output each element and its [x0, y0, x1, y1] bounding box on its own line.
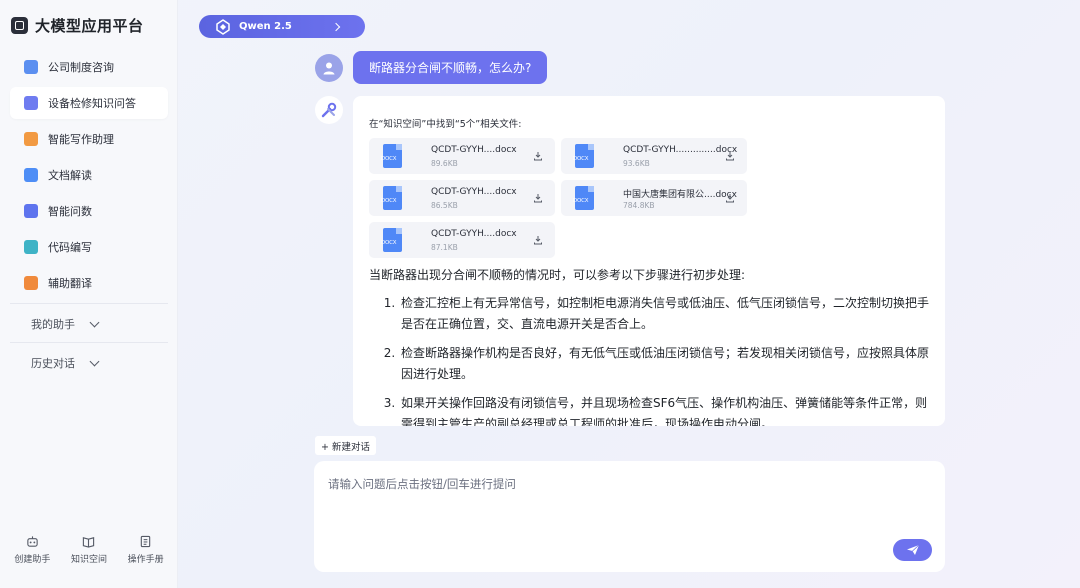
- chevron-down-icon: [89, 356, 100, 366]
- divider: [10, 303, 168, 304]
- sidebar-item-label: 智能写作助理: [48, 133, 114, 146]
- bottom-btn-label: 创建助手: [14, 555, 51, 565]
- docx-file-icon: DOCX: [381, 144, 402, 168]
- create-assistant-button[interactable]: 创建助手: [14, 535, 50, 565]
- docx-file-icon: DOCX: [381, 228, 402, 252]
- sidebar-item-label: 代码编写: [48, 241, 92, 254]
- answer-step: 检查汇控柜上有无异常信号，如控制柜电源消失信号或低油压、低气压闭锁信号，二次控制…: [399, 293, 929, 335]
- docx-file-icon: DOCX: [381, 186, 402, 210]
- policy-icon: [24, 60, 38, 74]
- code-icon: [24, 240, 38, 254]
- sidebar-item-policy[interactable]: 公司制度咨询: [10, 51, 168, 83]
- docx-file-icon: DOCX: [573, 186, 594, 210]
- tools-icon: [321, 102, 337, 118]
- document-icon: [24, 168, 38, 182]
- writing-icon: [24, 132, 38, 146]
- file-name: QCDT-GYYH....docx: [431, 229, 517, 239]
- sidebar-item-translation[interactable]: 辅助翻译: [10, 267, 168, 299]
- file-name: QCDT-GYYH....docx: [431, 145, 517, 155]
- user-avatar: [315, 53, 343, 82]
- assistant-answer: 在“知识空间”中找到“5个”相关文件: DOCX QCDT-GYYH....do…: [353, 96, 945, 426]
- user-icon: [323, 62, 335, 74]
- divider: [10, 342, 168, 343]
- group-history[interactable]: 历史对话: [10, 347, 168, 379]
- group-my-assistants[interactable]: 我的助手: [10, 308, 168, 340]
- knowledge-space-button[interactable]: 知识空间: [71, 535, 107, 565]
- brand: 大模型应用平台: [11, 15, 144, 36]
- chevron-down-icon: [89, 317, 100, 327]
- download-icon[interactable]: [533, 235, 543, 245]
- group-label: 我的助手: [31, 318, 75, 331]
- file-size: 89.6KB: [431, 159, 458, 168]
- answer-step: 如果开关操作回路没有闭锁信号，并且现场检查SF6气压、操作机构油压、弹簧储能等条…: [399, 393, 929, 426]
- download-icon[interactable]: [533, 151, 543, 161]
- download-icon[interactable]: [725, 151, 735, 161]
- bottom-btn-label: 操作手册: [127, 555, 164, 565]
- file-card[interactable]: DOCX QCDT-GYYH..............docx 93.6KB: [561, 138, 747, 174]
- model-name: Qwen 2.5: [239, 21, 292, 32]
- download-icon[interactable]: [533, 193, 543, 203]
- answer-steps: 检查汇控柜上有无异常信号，如控制柜电源消失信号或低油压、低气压闭锁信号，二次控制…: [369, 293, 929, 426]
- found-files-summary: 在“知识空间”中找到“5个”相关文件:: [369, 119, 522, 130]
- send-button[interactable]: [893, 539, 932, 561]
- chevron-right-icon: [331, 22, 341, 31]
- model-selector[interactable]: Qwen 2.5: [199, 15, 365, 38]
- sidebar-item-writing[interactable]: 智能写作助理: [10, 123, 168, 155]
- sidebar-bottom-bar: 创建助手 知识空间 操作手册: [0, 535, 178, 565]
- user-message: 断路器分合闸不顺畅，怎么办?: [353, 51, 548, 84]
- file-size: 86.5KB: [431, 201, 458, 210]
- chat-input[interactable]: [328, 476, 888, 536]
- user-message-row: 断路器分合闸不顺畅，怎么办?: [315, 51, 548, 84]
- file-name: QCDT-GYYH....docx: [431, 187, 517, 197]
- answer-intro: 当断路器出现分合闸不顺畅的情况时，可以参考以下步骤进行初步处理:: [369, 268, 746, 282]
- sidebar-item-coding[interactable]: 代码编写: [10, 231, 168, 263]
- sidebar: 大模型应用平台 公司制度咨询 设备检修知识问答 智能写作助理 文档解读 智能问数…: [0, 0, 178, 588]
- file-size: 93.6KB: [623, 159, 650, 168]
- sidebar-item-data-query[interactable]: 智能问数: [10, 195, 168, 227]
- file-size: 784.8KB: [623, 201, 655, 210]
- file-card[interactable]: DOCX QCDT-GYYH....docx 87.1KB: [369, 222, 555, 258]
- book-icon: [83, 537, 95, 548]
- download-icon[interactable]: [725, 193, 735, 203]
- send-icon: [906, 544, 919, 555]
- sidebar-item-label: 文档解读: [48, 169, 92, 182]
- answer-step: 检查断路器操作机构是否良好，有无低气压或低油压闭锁信号；若发现相关闭锁信号，应按…: [399, 343, 929, 385]
- sidebar-nav: 公司制度咨询 设备检修知识问答 智能写作助理 文档解读 智能问数 代码编写 辅助…: [10, 51, 168, 379]
- sidebar-item-label: 辅助翻译: [48, 277, 92, 290]
- sidebar-item-doc-reading[interactable]: 文档解读: [10, 159, 168, 191]
- app-title: 大模型应用平台: [35, 17, 144, 35]
- manual-icon: [140, 535, 151, 548]
- file-card[interactable]: DOCX QCDT-GYYH....docx 89.6KB: [369, 138, 555, 174]
- sidebar-item-label: 公司制度咨询: [48, 61, 114, 74]
- group-label: 历史对话: [31, 357, 75, 370]
- file-size: 87.1KB: [431, 243, 458, 252]
- sidebar-item-label: 智能问数: [48, 205, 92, 218]
- chat-input-box: [314, 461, 945, 572]
- assistant-avatar: [315, 96, 343, 124]
- qwen-logo-icon: [216, 18, 230, 35]
- docx-file-icon: DOCX: [573, 144, 594, 168]
- user-manual-button[interactable]: 操作手册: [128, 535, 164, 565]
- sidebar-item-label: 设备检修知识问答: [48, 97, 136, 110]
- sidebar-item-maintenance-qa[interactable]: 设备检修知识问答: [10, 87, 168, 119]
- data-chart-icon: [24, 204, 38, 218]
- bottom-btn-label: 知识空间: [70, 555, 107, 565]
- file-list: DOCX QCDT-GYYH....docx 89.6KB DOCX QCDT-…: [369, 138, 929, 258]
- file-name: 中国大唐集团有限公....docx: [623, 190, 737, 200]
- translate-icon: [24, 276, 38, 290]
- tools-icon: [24, 96, 38, 110]
- file-name: QCDT-GYYH..............docx: [623, 145, 738, 155]
- file-card[interactable]: DOCX QCDT-GYYH....docx 86.5KB: [369, 180, 555, 216]
- robot-icon: [27, 536, 38, 547]
- file-card[interactable]: DOCX 中国大唐集团有限公....docx 784.8KB: [561, 180, 747, 216]
- app-logo-icon: [11, 17, 28, 34]
- new-chat-button[interactable]: + 新建对话: [315, 436, 376, 455]
